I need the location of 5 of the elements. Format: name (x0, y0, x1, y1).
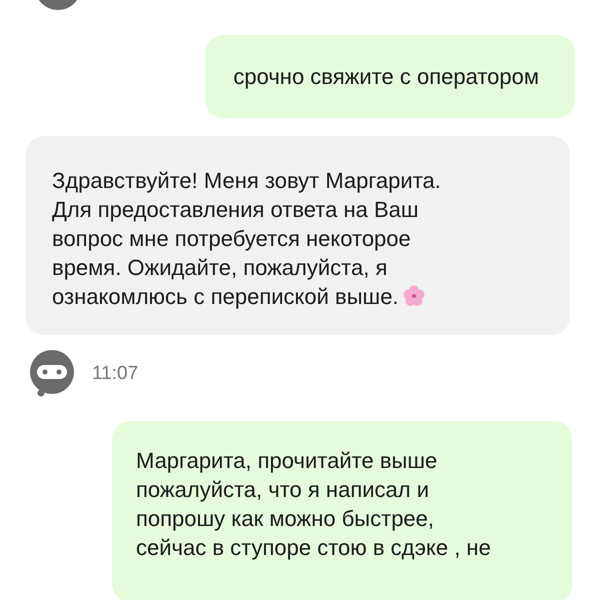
bot-avatar-icon (28, 349, 76, 399)
message-bubble: срочно свяжите с оператором (205, 35, 575, 118)
message-bubble: Здравствуйте! Меня зовут Маргарита. Для предоставления ответа на Ваш вопрос мне потребуется некоторое время. Ожидайте, пожалуйста, я ознакомлюсь с перепиской выше. (26, 136, 570, 335)
message-time: 11:07 (92, 362, 138, 386)
message-bubble: Маргарита, прочитайте выше пожалуйста, что я написал и попрошу как можно быстрее, сейчас в ступоре стою в сдэке , не (112, 421, 572, 600)
